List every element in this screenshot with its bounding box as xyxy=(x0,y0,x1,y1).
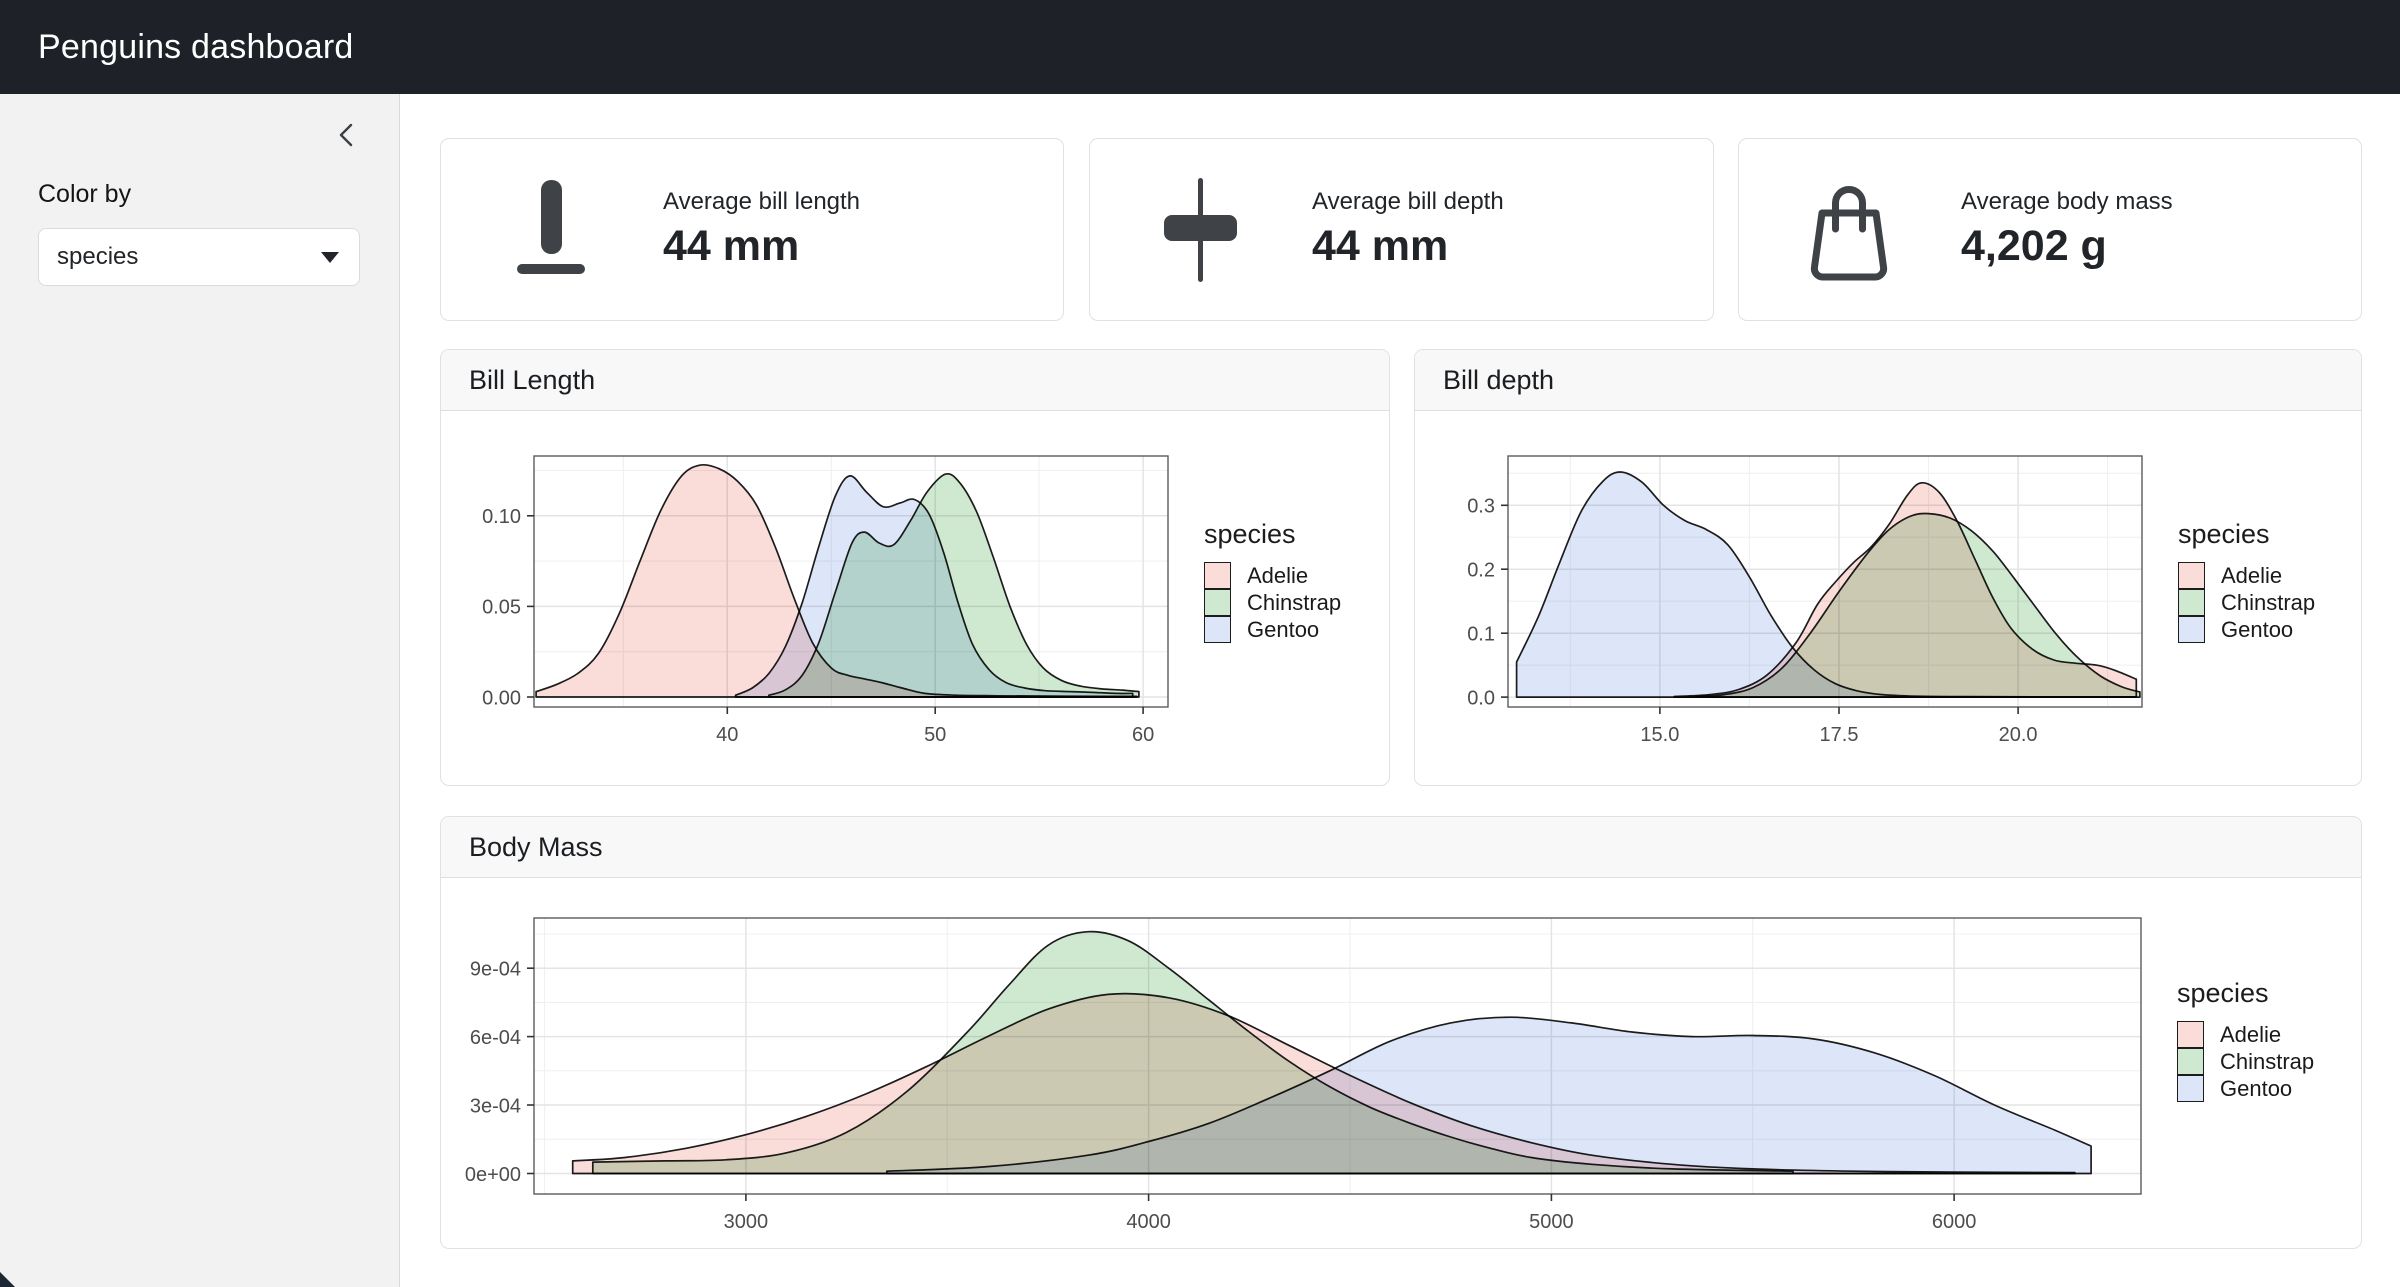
bill-length-icon xyxy=(501,170,601,290)
svg-text:4000: 4000 xyxy=(1126,1211,1171,1233)
value-box-value: 44 mm xyxy=(663,222,860,271)
svg-text:15.0: 15.0 xyxy=(1640,724,1679,746)
caret-down-icon xyxy=(321,252,339,263)
card-title: Bill Length xyxy=(469,365,595,396)
legend-item-gentoo: Gentoo xyxy=(1204,616,1341,643)
legend-swatch xyxy=(2177,1048,2204,1075)
svg-text:0.2: 0.2 xyxy=(1467,559,1495,581)
card-body-mass: Body Mass 3000 4000 5000 6000 0e+00 3e-04 6e-0… xyxy=(440,816,2362,1249)
value-box-value: 44 mm xyxy=(1312,222,1504,271)
bill-depth-plot: 15.0 17.5 20.0 0.0 0.1 0.2 0.3 xyxy=(1430,442,2152,757)
svg-text:0.1: 0.1 xyxy=(1467,623,1495,645)
legend-swatch xyxy=(2178,562,2205,589)
svg-text:0e+00: 0e+00 xyxy=(465,1164,521,1186)
svg-text:6e-04: 6e-04 xyxy=(470,1027,521,1049)
legend-label: Adelie xyxy=(2221,563,2282,589)
svg-text:50: 50 xyxy=(924,724,946,746)
legend-swatch xyxy=(2178,616,2205,643)
svg-text:40: 40 xyxy=(716,724,738,746)
value-box-body-mass: Average body mass 4,202 g xyxy=(1738,138,2362,321)
value-box-title: Average bill depth xyxy=(1312,188,1504,216)
app-header: Penguins dashboard xyxy=(0,0,2400,94)
svg-text:3e-04: 3e-04 xyxy=(470,1095,521,1117)
legend-swatch xyxy=(2177,1075,2204,1102)
card-header: Bill depth xyxy=(1415,350,2361,411)
legend-label: Chinstrap xyxy=(1247,590,1341,616)
legend-item-chinstrap: Chinstrap xyxy=(2177,1048,2314,1075)
card-bill-depth: Bill depth 15.0 17.5 20.0 0.0 0.1 0.2 0.3 spec… xyxy=(1414,349,2362,786)
svg-text:0.00: 0.00 xyxy=(482,687,521,709)
svg-text:0.05: 0.05 xyxy=(482,597,521,619)
species-select-value: species xyxy=(57,243,138,271)
svg-text:17.5: 17.5 xyxy=(1820,724,1859,746)
legend-item-chinstrap: Chinstrap xyxy=(1204,589,1341,616)
svg-text:5000: 5000 xyxy=(1529,1211,1574,1233)
bill-depth-icon xyxy=(1150,170,1250,290)
svg-text:20.0: 20.0 xyxy=(1999,724,2038,746)
page-title: Penguins dashboard xyxy=(38,28,354,67)
value-box-value: 4,202 g xyxy=(1961,222,2173,271)
color-by-label: Color by xyxy=(38,180,131,209)
sidebar-collapse-button[interactable] xyxy=(329,118,365,154)
bag-icon xyxy=(1799,170,1899,290)
legend-label: Gentoo xyxy=(1247,617,1319,643)
card-bill-length: Bill Length 40 50 60 0.00 0.05 0.10 species Ad… xyxy=(440,349,1390,786)
svg-text:3000: 3000 xyxy=(724,1211,769,1233)
legend-item-adelie: Adelie xyxy=(1204,562,1341,589)
value-box-title: Average body mass xyxy=(1961,188,2173,216)
legend-label: Chinstrap xyxy=(2221,590,2315,616)
penguins-dashboard-app: Penguins dashboard Color by species Aver… xyxy=(0,0,2400,1287)
legend-label: Gentoo xyxy=(2220,1076,2292,1102)
legend-swatch xyxy=(2178,589,2205,616)
species-select[interactable]: species xyxy=(38,228,360,286)
bill-depth-legend: species AdelieChinstrapGentoo xyxy=(2178,519,2315,643)
legend-title: species xyxy=(2177,978,2314,1009)
value-box-title: Average bill length xyxy=(663,188,860,216)
legend-item-gentoo: Gentoo xyxy=(2178,616,2315,643)
value-box-bill-depth: Average bill depth 44 mm xyxy=(1089,138,1714,321)
card-header: Bill Length xyxy=(441,350,1389,411)
card-title: Bill depth xyxy=(1443,365,1554,396)
legend-label: Adelie xyxy=(1247,563,1308,589)
body-mass-legend: species AdelieChinstrapGentoo xyxy=(2177,978,2314,1102)
legend-item-chinstrap: Chinstrap xyxy=(2178,589,2315,616)
legend-swatch xyxy=(2177,1021,2204,1048)
card-header: Body Mass xyxy=(441,817,2361,878)
legend-swatch xyxy=(1204,589,1231,616)
legend-swatch xyxy=(1204,562,1231,589)
chevron-left-icon xyxy=(331,119,363,154)
svg-text:9e-04: 9e-04 xyxy=(470,958,521,980)
svg-text:0.3: 0.3 xyxy=(1467,496,1495,518)
svg-text:60: 60 xyxy=(1132,724,1154,746)
sidebar: Color by species xyxy=(0,94,400,1287)
card-title: Body Mass xyxy=(469,832,603,863)
legend-label: Gentoo xyxy=(2221,617,2293,643)
legend-item-adelie: Adelie xyxy=(2178,562,2315,589)
svg-text:0.0: 0.0 xyxy=(1467,687,1495,709)
legend-swatch xyxy=(1204,616,1231,643)
body-mass-plot: 3000 4000 5000 6000 0e+00 3e-04 6e-04 9e-04 xyxy=(456,904,2151,1244)
svg-text:6000: 6000 xyxy=(1932,1211,1977,1233)
legend-item-gentoo: Gentoo xyxy=(2177,1075,2314,1102)
legend-title: species xyxy=(2178,519,2315,550)
legend-item-adelie: Adelie xyxy=(2177,1021,2314,1048)
legend-label: Adelie xyxy=(2220,1022,2281,1048)
legend-label: Chinstrap xyxy=(2220,1049,2314,1075)
bill-length-plot: 40 50 60 0.00 0.05 0.10 xyxy=(456,442,1178,757)
corner-notch xyxy=(0,1272,15,1287)
legend-title: species xyxy=(1204,519,1341,550)
svg-text:0.10: 0.10 xyxy=(482,506,521,528)
value-box-bill-length: Average bill length 44 mm xyxy=(440,138,1064,321)
bill-length-legend: species AdelieChinstrapGentoo xyxy=(1204,519,1341,643)
